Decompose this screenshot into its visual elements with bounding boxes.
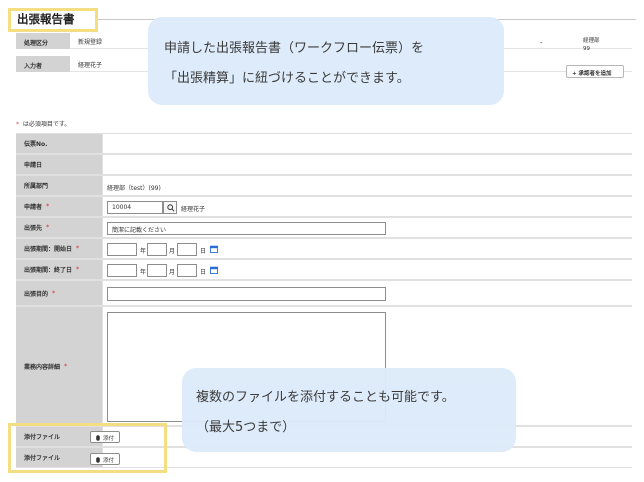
month-label: 月 — [169, 269, 176, 276]
purpose-label-cell: 出張目的 * — [16, 281, 102, 305]
row-department: 所属部門 経理部（test）(99) — [16, 175, 632, 196]
applicant-code-input[interactable]: 10004 — [107, 201, 163, 214]
search-icon — [167, 204, 175, 212]
row-destination: 出張先 * 簡潔に記載ください — [16, 217, 632, 238]
row-start-date: 出張期間：開始日 * 年 月 日 — [16, 238, 632, 259]
required-mark: * — [76, 245, 80, 252]
process-type-value: 新規登録 — [78, 39, 103, 46]
callout-link-to-expense: 申請した出張報告書（ワークフロー伝票）を 「出張精算」に紐づけることができます。 — [148, 17, 504, 105]
end-date-label: 出張期間：終了日 — [24, 267, 73, 274]
required-mark: * — [64, 362, 68, 370]
start-date-label: 出張期間：開始日 — [24, 246, 73, 253]
day-label: 日 — [200, 248, 207, 255]
approver-department: 経理部 99 — [583, 37, 600, 53]
callout-top-line-1: 申請した出張報告書（ワークフロー伝票）を — [164, 41, 425, 56]
attachment-highlight — [8, 423, 167, 473]
start-date-label-cell: 出張期間：開始日 * — [16, 239, 102, 258]
end-day-input[interactable] — [177, 264, 197, 277]
row-voucher-no: 伝票No. — [16, 133, 632, 154]
department-label: 所属部門 — [16, 176, 102, 195]
year-label: 年 — [140, 269, 147, 276]
required-asterisk: * — [16, 121, 19, 128]
add-approver-button[interactable]: + 承認者を追加 — [566, 65, 624, 78]
destination-input[interactable]: 簡潔に記載ください — [107, 222, 386, 235]
applicant-name: 経理花子 — [181, 206, 206, 213]
callout-top-line-2: 「出張精算」に紐づけることができます。 — [164, 71, 410, 86]
required-mark: * — [46, 224, 50, 231]
calendar-icon[interactable] — [210, 245, 218, 253]
callout-multiple-attachments: 複数のファイルを添付することも可能です。 （最大5つまで） — [182, 368, 516, 452]
voucher-no-label: 伝票No. — [16, 134, 102, 153]
approver-department-code: 99 — [583, 46, 590, 52]
year-label: 年 — [140, 248, 147, 255]
inputter-value: 経理花子 — [78, 62, 103, 69]
voucher-no-cell — [102, 134, 632, 153]
start-date-cell: 年 月 日 — [102, 239, 632, 258]
applicant-cell: 10004 経理花子 — [102, 197, 632, 216]
destination-label-cell: 出張先 * — [16, 218, 102, 237]
purpose-textarea[interactable] — [107, 287, 386, 301]
row-apply-date: 申請日 — [16, 154, 632, 175]
destination-cell: 簡潔に記載ください — [102, 218, 632, 237]
day-label: 日 — [200, 269, 207, 276]
end-year-input[interactable] — [107, 264, 137, 277]
month-label: 月 — [169, 248, 176, 255]
calendar-icon[interactable] — [210, 266, 218, 274]
row-end-date: 出張期間：終了日 * 年 月 日 — [16, 259, 632, 280]
callout-bottom-line-2: （最大5つまで） — [196, 420, 296, 435]
row-purpose: 出張目的 * — [16, 280, 632, 306]
inputter-label: 入力者 — [16, 56, 70, 72]
required-mark: * — [52, 289, 56, 297]
required-mark: * — [46, 203, 50, 210]
process-type-label: 処理区分 — [16, 33, 70, 49]
required-mark: * — [76, 266, 80, 273]
approver-department-name: 経理部 — [583, 38, 600, 44]
department-value: 経理部（test）(99) — [107, 185, 161, 192]
start-month-input[interactable] — [147, 243, 167, 256]
destination-label: 出張先 — [24, 225, 43, 232]
applicant-search-button[interactable] — [163, 201, 177, 214]
approver-separator: - — [540, 39, 543, 47]
purpose-label: 出張目的 — [24, 290, 49, 298]
purpose-cell — [102, 281, 632, 305]
required-note-text: は必須項目です。 — [21, 121, 71, 128]
apply-date-cell — [102, 155, 632, 174]
required-note: * は必須項目です。 — [16, 119, 70, 128]
callout-bottom-line-1: 複数のファイルを添付することも可能です。 — [196, 390, 455, 405]
apply-date-label: 申請日 — [16, 155, 102, 174]
end-month-input[interactable] — [147, 264, 167, 277]
end-date-cell: 年 月 日 — [102, 260, 632, 279]
department-cell: 経理部（test）(99) — [102, 176, 632, 195]
start-year-input[interactable] — [107, 243, 137, 256]
start-day-input[interactable] — [177, 243, 197, 256]
applicant-label-cell: 申請者 * — [16, 197, 102, 216]
page-title: 出張報告書 — [17, 12, 75, 26]
end-date-label-cell: 出張期間：終了日 * — [16, 260, 102, 279]
row-applicant: 申請者 * 10004 経理花子 — [16, 196, 632, 217]
applicant-label: 申請者 — [24, 204, 43, 211]
details-label-cell: 業務内容詳細 * — [16, 307, 102, 425]
details-label: 業務内容詳細 — [24, 363, 61, 371]
